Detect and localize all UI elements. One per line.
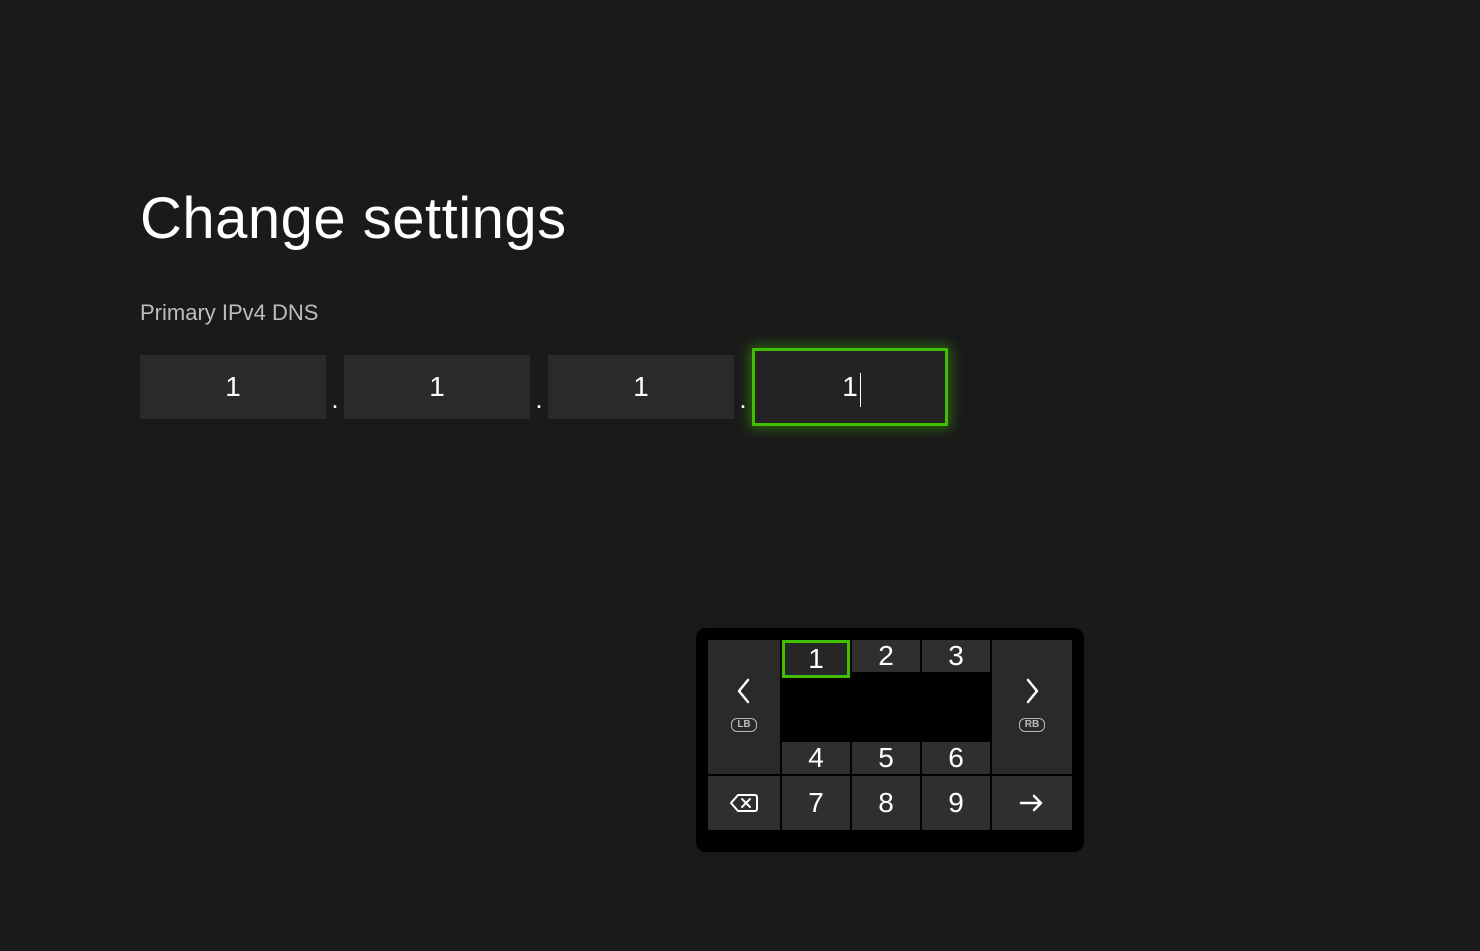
ip-octet-4[interactable]: 1 bbox=[752, 348, 948, 426]
ip-address-row: 1 . 1 . 1 . 1 bbox=[140, 348, 948, 426]
keypad-key-5[interactable]: 5 bbox=[852, 742, 920, 774]
keypad-key-4[interactable]: 4 bbox=[782, 742, 850, 774]
ip-octet-3[interactable]: 1 bbox=[548, 355, 734, 419]
keypad-key-6[interactable]: 6 bbox=[922, 742, 990, 774]
keypad-enter-button[interactable] bbox=[992, 776, 1072, 830]
page-title: Change settings bbox=[140, 185, 567, 252]
keypad-key-7[interactable]: 7 bbox=[782, 776, 850, 830]
chevron-left-icon bbox=[733, 676, 755, 706]
rb-badge: RB bbox=[1019, 718, 1045, 732]
ip-dot: . bbox=[734, 360, 752, 415]
ip-octet-2[interactable]: 1 bbox=[344, 355, 530, 419]
numeric-keypad: LB 1 2 3 RB 4 5 6 7 8 9 bbox=[696, 628, 1084, 852]
keypad-right-button[interactable]: RB bbox=[992, 640, 1072, 774]
arrow-right-icon bbox=[1017, 792, 1047, 814]
keypad-backspace-button[interactable] bbox=[708, 776, 780, 830]
ip-dot: . bbox=[326, 360, 344, 415]
keypad-key-8[interactable]: 8 bbox=[852, 776, 920, 830]
keypad-key-2[interactable]: 2 bbox=[852, 640, 920, 672]
lb-badge: LB bbox=[731, 718, 756, 732]
keypad-left-button[interactable]: LB bbox=[708, 640, 780, 774]
backspace-icon bbox=[729, 792, 759, 814]
chevron-right-icon bbox=[1021, 676, 1043, 706]
keypad-key-3[interactable]: 3 bbox=[922, 640, 990, 672]
ip-octet-1[interactable]: 1 bbox=[140, 355, 326, 419]
ip-dot: . bbox=[530, 360, 548, 415]
field-label-primary-dns: Primary IPv4 DNS bbox=[140, 300, 318, 326]
keypad-key-9[interactable]: 9 bbox=[922, 776, 990, 830]
keypad-key-1[interactable]: 1 bbox=[782, 640, 850, 678]
